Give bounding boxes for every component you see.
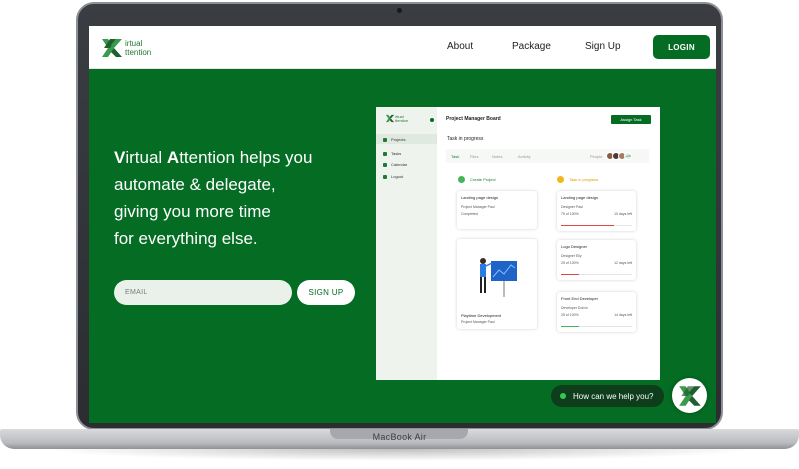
- login-button[interactable]: LOGIN: [653, 35, 710, 59]
- chat-prompt-button[interactable]: How can we help you?: [551, 385, 664, 407]
- hero-bold-v: V: [114, 148, 126, 167]
- progress-percent: 25 of 100%: [561, 313, 579, 317]
- chat-prompt-text: How can we help you?: [573, 391, 654, 401]
- days-left: 14 days left: [614, 313, 632, 317]
- logo[interactable]: irtual ttention: [100, 36, 151, 60]
- tab-notes[interactable]: Notes: [492, 154, 502, 159]
- brand-x-icon: [678, 385, 701, 406]
- dashboard-logo-line2: ttention: [395, 117, 409, 123]
- board-title: Project Manager Board: [446, 116, 501, 122]
- task-title: Front End Developer: [561, 296, 598, 301]
- task-meta: Project Manager Paul: [461, 205, 495, 209]
- sidebar-item-label: Tasks: [391, 151, 402, 156]
- calendar-icon: [383, 162, 387, 167]
- hero-line-4: for everything else.: [114, 229, 258, 248]
- tab-activity[interactable]: Activity: [518, 154, 531, 159]
- dashboard-sidebar: [376, 107, 437, 380]
- clock-icon: [557, 176, 564, 183]
- projects-icon: [383, 137, 387, 142]
- sidebar-item-label: Calendar: [391, 162, 408, 167]
- camera: [397, 8, 402, 13]
- nav-about-link[interactable]: About: [447, 41, 473, 52]
- logo-text-line2: ttention: [125, 48, 152, 57]
- days-left: 10 days left: [614, 212, 632, 216]
- sidebar-item-projects[interactable]: Projects: [383, 137, 405, 142]
- laptop-shadow: [40, 449, 759, 461]
- task-title: Landing page design: [561, 195, 599, 200]
- task-card[interactable]: Landing page design Project Manager Paul…: [457, 191, 537, 229]
- logout-icon: [383, 174, 387, 179]
- task-title: Playtime Development: [461, 313, 502, 318]
- hero-line-2: automate & delegate,: [114, 175, 276, 194]
- assign-task-button[interactable]: Assign Task: [611, 115, 651, 124]
- task-meta: Developer Dolvin: [561, 306, 588, 310]
- progress-bar: [561, 274, 632, 275]
- task-card[interactable]: Playtime Development Project Manager Pau…: [457, 239, 537, 329]
- logo-text-line1: irtual: [125, 39, 143, 48]
- task-title: Logo Designer: [561, 244, 588, 249]
- dashboard-logo-icon: [385, 114, 395, 123]
- sidebar-item-label: Logout: [391, 174, 404, 179]
- people-more-badge: +20: [624, 152, 632, 160]
- nav-signup-link[interactable]: Sign Up: [585, 41, 621, 52]
- task-sub: Completed: [461, 212, 478, 216]
- dashboard-preview: irtual ttention Projects Tasks Calendar …: [376, 107, 660, 380]
- column-title: Create Project: [470, 177, 496, 182]
- check-icon: [458, 176, 465, 183]
- task-card[interactable]: Front End Developer Developer Dolvin 25 …: [557, 292, 636, 332]
- progress-bar: [561, 326, 632, 327]
- presentation-illustration-icon: [480, 258, 517, 297]
- sidebar-item-tasks[interactable]: Tasks: [383, 151, 401, 156]
- sidebar-item-label: Projects: [391, 137, 406, 142]
- sidebar-collapse-dot[interactable]: [430, 118, 434, 122]
- hero-signup-button[interactable]: SIGN UP: [297, 280, 355, 305]
- sidebar-item-calendar[interactable]: Calendar: [383, 162, 407, 167]
- people-label: People: [590, 154, 603, 159]
- task-meta: Designer Paul: [561, 205, 583, 209]
- hero-line-3: giving you more time: [114, 202, 271, 221]
- hero-bold-a: A: [166, 148, 180, 167]
- column-create-project: Create Project: [458, 176, 496, 183]
- laptop-model-label: MacBook Air: [372, 432, 427, 442]
- tasks-icon: [383, 151, 387, 156]
- tab-task[interactable]: Task: [451, 154, 459, 159]
- dashboard-logo: irtual ttention: [385, 114, 408, 123]
- task-meta: Project Manager Paul: [461, 320, 495, 324]
- nav-package-link[interactable]: Package: [512, 41, 551, 52]
- column-in-progress: Task in progress: [557, 176, 598, 183]
- sidebar-item-logout[interactable]: Logout: [383, 174, 403, 179]
- screen: irtual ttention About Package Sign Up LO…: [89, 26, 716, 423]
- task-meta: Designer Elly: [561, 254, 582, 258]
- tab-files[interactable]: Files: [470, 154, 478, 159]
- online-status-icon: [560, 393, 566, 399]
- hero-headline: Virtual Attention helps you automate & d…: [114, 144, 364, 252]
- logo-icon: [102, 39, 122, 57]
- email-input[interactable]: EMAIL: [114, 280, 292, 305]
- hero-text-1b: ttention helps you: [179, 148, 313, 167]
- task-card[interactable]: Logo Designer Designer Elly 25 of 100% 1…: [557, 240, 636, 280]
- navbar: irtual ttention About Package Sign Up LO…: [89, 26, 716, 69]
- task-card[interactable]: Landing page design Designer Paul 75 of …: [557, 191, 636, 231]
- section-title: Task in progress: [447, 136, 484, 142]
- people-avatars[interactable]: +20: [606, 152, 632, 160]
- days-left: 12 days left: [614, 261, 632, 265]
- hero-text-1a: irtual: [125, 148, 167, 167]
- progress-percent: 75 of 100%: [561, 212, 579, 216]
- progress-bar: [561, 225, 632, 226]
- chat-launcher-button[interactable]: [672, 378, 707, 413]
- column-title: Task in progress: [569, 177, 599, 182]
- task-title: Landing page design: [461, 195, 499, 200]
- progress-percent: 25 of 100%: [561, 261, 579, 265]
